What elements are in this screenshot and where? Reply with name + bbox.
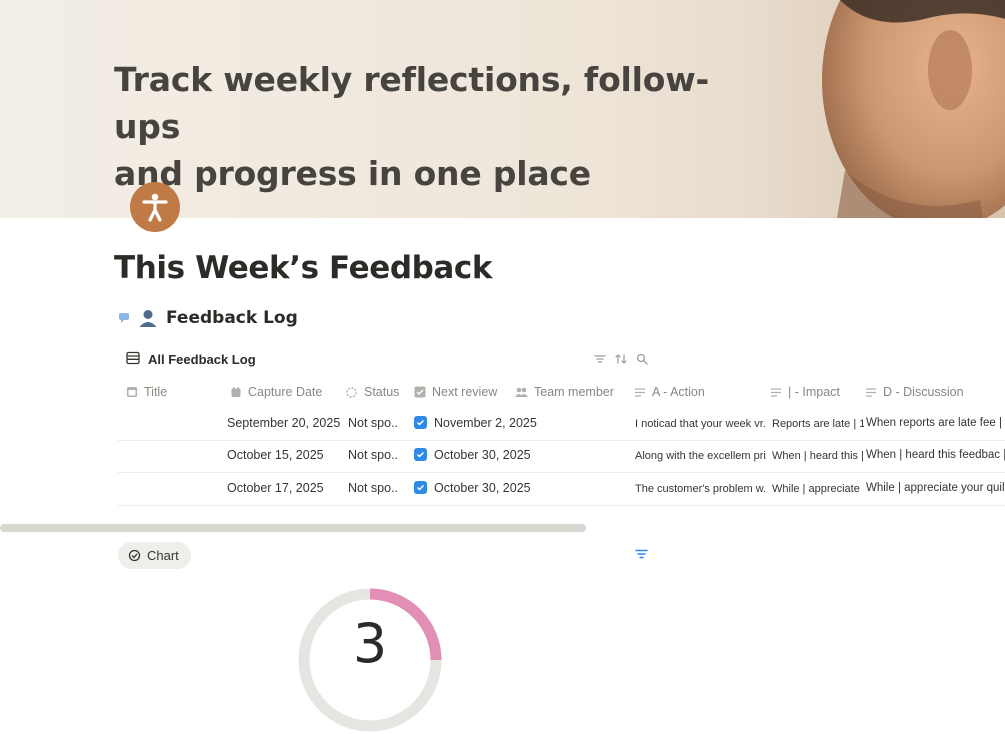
chart-tab-label: Chart [147,548,179,563]
column-impact[interactable]: | - Impact [770,385,840,399]
column-label: A - Action [652,385,705,399]
cell-action: I noticad that your week vr. [635,418,766,430]
column-label: | - Impact [788,385,840,399]
column-label: Title [144,385,168,399]
cell-capture-date: October 15, 2025 [227,448,324,462]
view-tab-all-feedback-log[interactable]: All Feedback Log [148,352,256,367]
checkbox-icon [414,386,426,398]
cell-discussion: When | heard this feedbac | [866,449,1005,461]
column-action[interactable]: A - Action [634,385,705,399]
column-capture-date[interactable]: Capture Date [230,385,322,399]
checkbox-checked-icon[interactable] [414,416,427,429]
sort-icon[interactable] [614,353,628,365]
column-label: D - Discussion [883,385,964,399]
filter-icon[interactable] [594,353,606,365]
cell-next-review[interactable]: October 30, 2025 [414,448,531,462]
donut-total-value: 3 [352,612,388,675]
table-row[interactable]: October 17, 2025 Not spo.. October 30, 2… [118,473,1005,506]
calendar-icon [231,387,241,397]
people-icon [515,387,528,397]
cell-discussion: While | appreciate your quil [866,482,1005,494]
checkbox-checked-icon[interactable] [414,481,427,494]
accessibility-person-icon[interactable] [130,182,180,232]
section-label: Feedback Log [166,308,298,328]
cell-capture-date: October 17, 2025 [227,481,324,495]
cover-title-line-1: Track weekly reflections, follow-ups [114,60,710,146]
cell-next-review[interactable]: October 30, 2025 [414,481,531,495]
cover-title: Track weekly reflections, follow-ups and… [114,56,754,197]
cell-impact: Reports are late | 1 [772,418,864,430]
person-icon [139,310,157,327]
table-header: Title Capture Date Status Next review Te… [0,380,1005,406]
page-title: This Week’s Feedback [114,250,493,286]
column-label: Capture Date [248,385,323,399]
column-label: Next review [432,385,498,399]
cell-status[interactable]: Not spo.. [348,416,398,430]
text-icon [771,387,781,397]
cell-status[interactable]: Not spo.. [348,448,398,462]
filter-icon[interactable] [635,549,648,559]
comment-icon [119,313,129,323]
cell-next-review[interactable]: November 2, 2025 [414,416,537,430]
cell-action: Along with the excellem pri. [635,450,767,462]
next-review-date: October 30, 2025 [434,448,531,462]
text-icon [635,387,645,397]
column-label: Status [364,385,400,399]
cell-impact: While | appreciate [772,483,860,495]
section-heading[interactable]: Feedback Log [118,308,298,328]
column-team-member[interactable]: Team member [515,385,614,399]
column-title[interactable]: Title [126,385,167,399]
next-review-date: October 30, 2025 [434,481,531,495]
next-review-date: November 2, 2025 [434,416,537,430]
table-row[interactable]: October 15, 2025 Not spo.. October 30, 2… [118,440,1005,473]
cell-capture-date: September 20, 2025 [227,416,341,430]
database-view-bar: All Feedback Log [126,350,656,370]
cell-impact: When | heard this | [772,450,864,462]
table-row[interactable]: September 20, 2025 Not spo.. November 2,… [118,408,1005,441]
status-icon [346,386,357,398]
chart-view-icon [128,549,141,562]
column-next-review[interactable]: Next review [414,385,497,399]
column-status[interactable]: Status [345,385,399,399]
table-icon [127,387,137,397]
column-label: Team member [534,385,614,399]
cell-action: The customer's problem w. [635,483,767,495]
checkbox-checked-icon[interactable] [414,448,427,461]
cell-discussion: When reports are late fee | [866,417,1002,429]
search-icon[interactable] [636,353,648,365]
horizontal-scrollbar[interactable] [0,524,586,532]
cover-photo-person [822,0,1005,218]
view-tab-chart[interactable]: Chart [118,542,191,569]
text-icon [866,387,876,397]
cover-title-line-2: and progress in one place [114,154,591,193]
column-discussion[interactable]: D - Discussion [865,385,964,399]
cell-status[interactable]: Not spo.. [348,481,398,495]
table-view-icon [126,351,140,365]
